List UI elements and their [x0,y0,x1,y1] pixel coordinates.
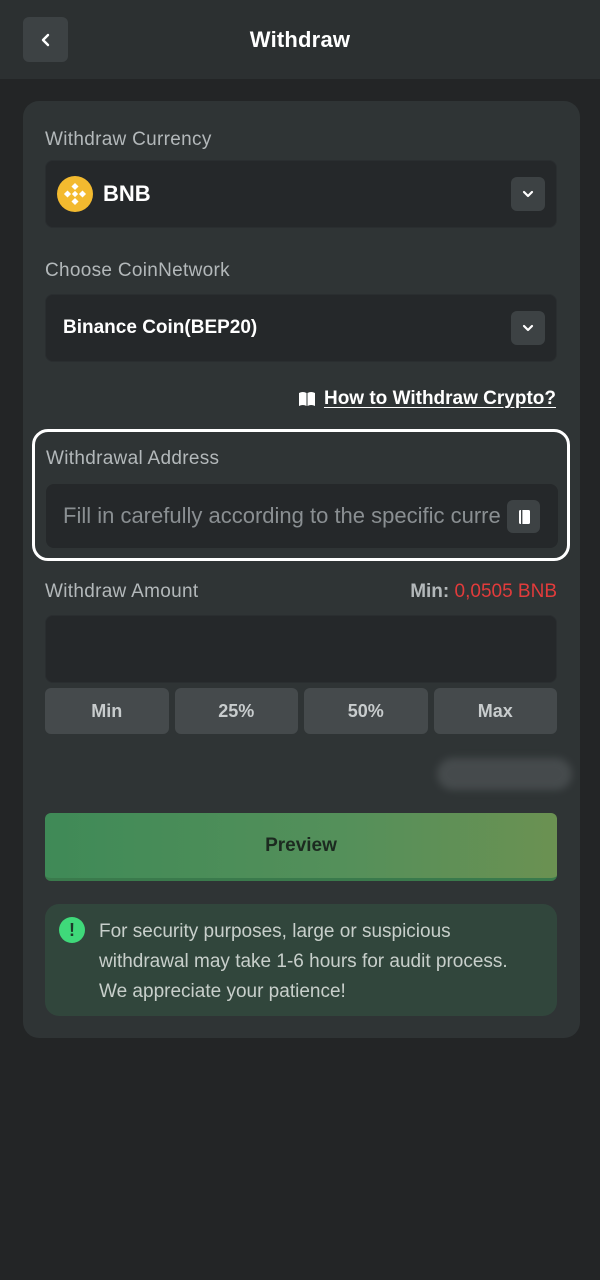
address-label: Withdrawal Address [46,448,220,469]
page-title: Withdraw [249,26,351,52]
currency-select[interactable]: BNB [45,160,557,228]
min-prefix: Min: [410,581,450,602]
address-book-button[interactable] [507,500,540,533]
25-percent-button[interactable]: 25% [174,688,298,734]
currency-value: BNB [103,181,151,206]
security-notice: ! For security purposes, large or suspic… [45,904,557,1016]
preview-button[interactable]: Preview [45,813,557,881]
min-value: 0,0505 BNB [454,581,557,602]
withdrawal-address-input[interactable] [46,484,558,548]
how-to-withdraw-text: How to Withdraw Crypto? [323,388,556,409]
notice-text: For security purposes, large or suspicio… [99,921,508,1002]
withdrawal-address-section: Withdrawal Address [32,429,570,561]
chevron-left-icon [41,33,49,46]
chevron-down-icon [522,190,534,198]
network-select[interactable]: Binance Coin(BEP20) [45,294,557,362]
book-icon [298,392,315,406]
network-value: Binance Coin(BEP20) [63,317,258,338]
currency-dropdown-button[interactable] [511,177,545,211]
50-percent-button[interactable]: 50% [304,688,428,734]
amount-label: Withdraw Amount [45,581,199,602]
network-label: Choose CoinNetwork [45,260,230,281]
address-book-icon [518,509,530,524]
network-dropdown-button[interactable] [511,311,545,345]
withdraw-card: Withdraw Currency BNB Choose CoinNetwork… [23,101,580,1038]
currency-label: Withdraw Currency [45,129,212,150]
amount-shortcuts: Min 25% 50% Max [45,688,557,734]
how-to-withdraw-link[interactable]: How to Withdraw Crypto? [298,388,556,410]
bnb-coin-icon [57,176,93,212]
top-bar: Withdraw [0,0,600,79]
min-button[interactable]: Min [45,688,169,734]
back-button[interactable] [23,17,68,62]
max-button[interactable]: Max [433,688,557,734]
exclamation-icon: ! [59,917,85,943]
min-amount: Min: 0,0505 BNB [410,581,557,603]
withdraw-amount-input[interactable] [45,615,557,683]
blurred-balance [437,758,572,790]
chevron-down-icon [522,324,534,332]
